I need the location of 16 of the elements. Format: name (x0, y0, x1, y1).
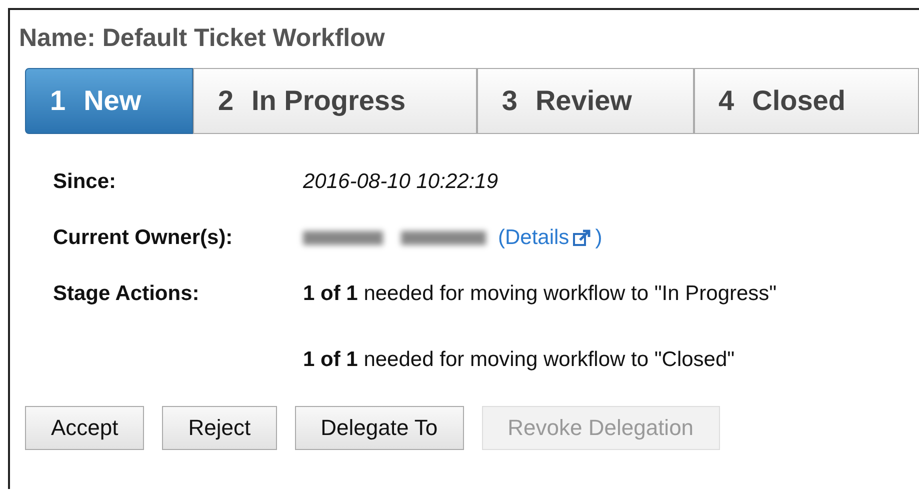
external-link-icon (573, 229, 592, 247)
action-requirement: 1 of 1 needed for moving workflow to "In Progress" (303, 282, 778, 306)
action-button[interactable]: Accept (25, 406, 144, 450)
stage-tab[interactable]: 3 Review (476, 68, 694, 134)
details-link[interactable]: (Details ) (498, 226, 602, 250)
workflow-title: Name: Default Ticket Workflow (19, 23, 386, 54)
action-button[interactable]: Reject (162, 406, 277, 450)
owner-label: Current Owner(s): (53, 226, 234, 250)
stage-tab[interactable]: 1 New (25, 68, 193, 134)
stage-tab[interactable]: 4 Closed (694, 68, 919, 134)
since-label: Since: (53, 170, 118, 194)
action-requirement: 1 of 1 needed for moving workflow to "Closed" (303, 348, 736, 372)
action-button[interactable]: Delegate To (294, 406, 464, 450)
since-value: 2016-08-10 10:22:19 (303, 170, 499, 194)
stage-tab[interactable]: 2 In Progress (192, 68, 477, 134)
actions-label: Stage Actions: (53, 282, 200, 306)
